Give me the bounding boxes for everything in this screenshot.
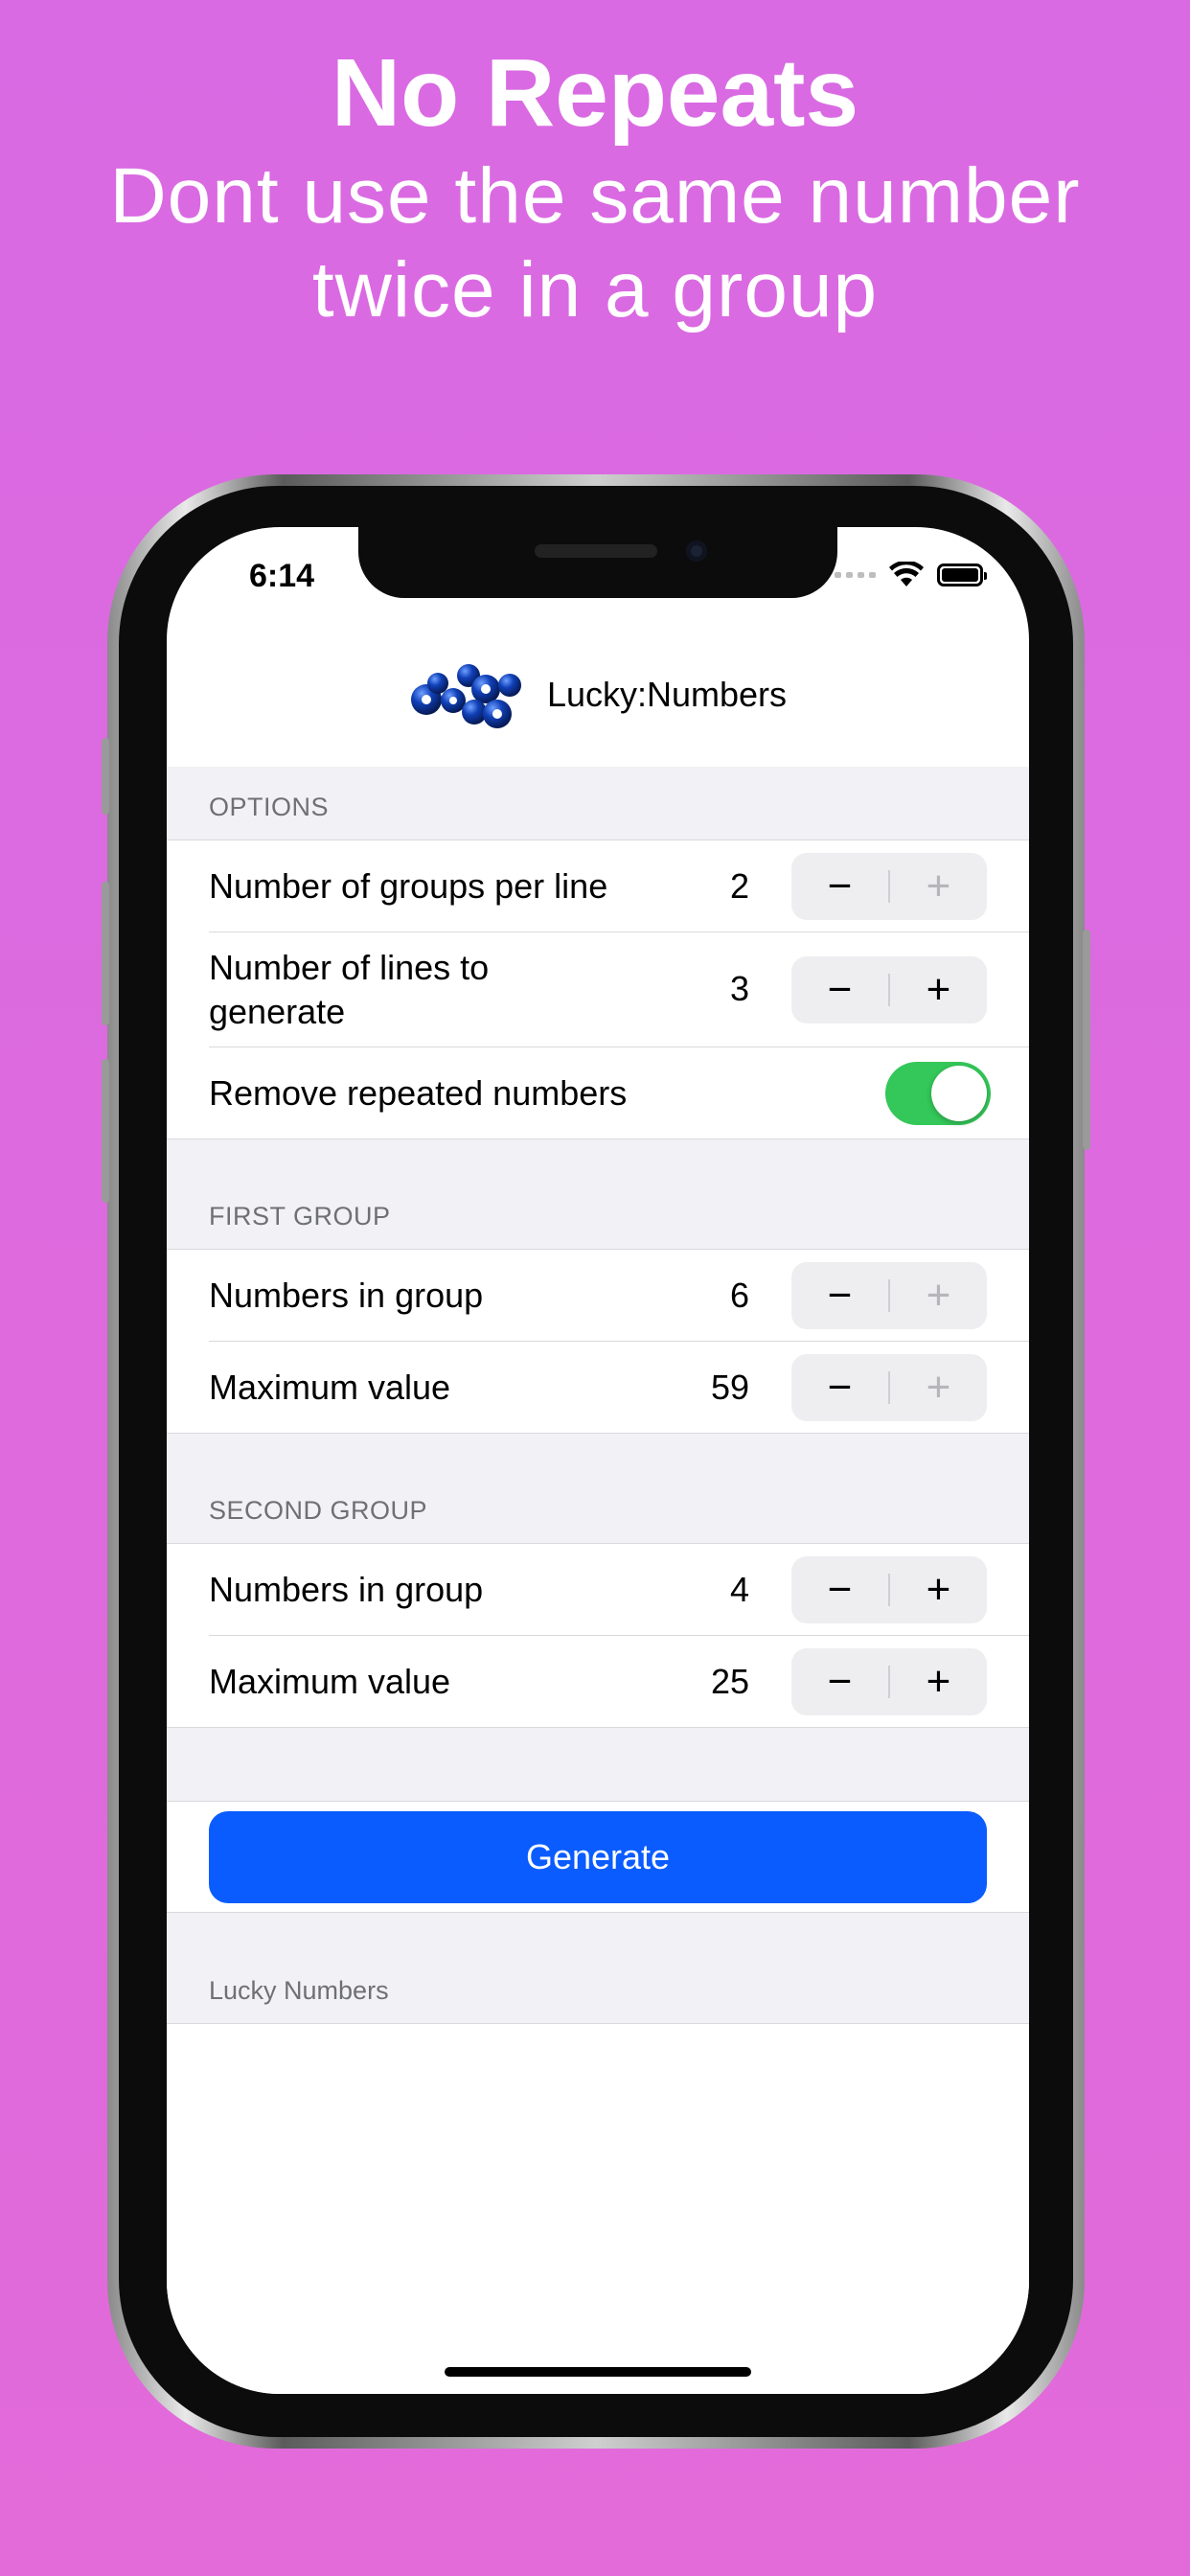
section-header-label: Lucky Numbers [209,1976,389,2005]
promo-title: No Repeats [331,39,859,147]
volume-up-button [102,882,109,1025]
navigation-bar: Lucky:Numbers [167,642,1029,748]
decrement-button[interactable]: − [791,1262,888,1329]
row-label: Numbers in group [209,1276,484,1315]
row-value: 3 [729,969,749,1008]
row-first-maximum-value: Maximum value 59 − + [167,1342,1029,1434]
row-value: 59 [710,1368,749,1407]
row-value: 6 [729,1276,749,1315]
generate-button[interactable]: Generate [209,1811,987,1903]
increment-button[interactable]: + [890,956,987,1024]
home-indicator[interactable] [445,2367,751,2377]
row-value: 2 [729,866,749,906]
row-remove-repeated: Remove repeated numbers [167,1047,1029,1139]
wifi-icon [889,562,924,586]
promo-subtitle-line1: Dont use the same number [109,152,1081,240]
row-groups-per-line: Number of groups per line 2 − + [167,840,1029,932]
section-header-second-group: SECOND GROUP [167,1434,1029,1544]
first-numbers-in-group-stepper[interactable]: − + [791,1262,987,1329]
row-label: Maximum value [209,1368,451,1407]
battery-icon [937,564,987,586]
section-header-label: SECOND GROUP [209,1496,428,1525]
second-numbers-in-group-stepper[interactable]: − + [791,1556,987,1623]
section-header-label: FIRST GROUP [209,1202,391,1230]
volume-down-button [102,1059,109,1203]
second-maximum-value-stepper[interactable]: − + [791,1648,987,1715]
row-label: Number of lines to generate [209,946,489,1034]
row-value: 4 [729,1570,749,1609]
status-indicators [835,562,987,588]
power-button [1083,930,1090,1150]
remove-repeated-toggle[interactable] [885,1062,991,1125]
increment-button[interactable]: + [890,1556,987,1623]
decrement-button[interactable]: − [791,956,888,1024]
earpiece-speaker [535,544,657,558]
row-label-line1: Number of lines to [209,948,490,987]
increment-button[interactable]: + [890,1648,987,1715]
promo-headline: No Repeats Dont use the same number twic… [0,36,1190,337]
row-first-numbers-in-group: Numbers in group 6 − + [167,1250,1029,1342]
decrement-button[interactable]: − [791,1648,888,1715]
row-second-maximum-value: Maximum value 25 − + [167,1636,1029,1728]
first-maximum-value-stepper[interactable]: − + [791,1354,987,1421]
row-label: Maximum value [209,1662,451,1701]
row-lines-to-generate: Number of lines to generate 3 − + [167,932,1029,1047]
row-label: Remove repeated numbers [209,1073,628,1113]
phone-screen: 6:14 Lucky:Numbers OPTIONS Number of gro… [167,527,1029,2394]
section-header-label: OPTIONS [209,793,330,821]
notch [358,527,837,598]
section-spacer [167,1728,1029,1802]
increment-button[interactable]: + [890,853,987,920]
row-second-numbers-in-group: Numbers in group 4 − + [167,1544,1029,1636]
front-camera [686,540,707,562]
decrement-button[interactable]: − [791,1354,888,1421]
mute-switch [102,738,109,815]
toggle-knob [931,1066,987,1121]
lottery-balls-icon [410,664,521,728]
row-label-line2: generate [209,992,346,1031]
row-label: Numbers in group [209,1570,484,1609]
decrement-button[interactable]: − [791,1556,888,1623]
app-title: Lucky:Numbers [546,675,788,714]
decrement-button[interactable]: − [791,853,888,920]
increment-button[interactable]: + [890,1262,987,1329]
increment-button[interactable]: + [890,1354,987,1421]
row-value: 25 [710,1662,749,1701]
promo-subtitle-line2: twice in a group [311,246,879,334]
results-list [167,2024,1029,2394]
section-header-first-group: FIRST GROUP [167,1139,1029,1250]
row-label: Number of groups per line [209,866,608,906]
lines-to-generate-stepper[interactable]: − + [791,956,987,1024]
section-header-results: Lucky Numbers [167,1913,1029,2024]
groups-per-line-stepper[interactable]: − + [791,853,987,920]
section-header-options: OPTIONS [167,767,1029,840]
cellular-signal-icon [835,572,876,578]
status-time: 6:14 [249,558,315,594]
